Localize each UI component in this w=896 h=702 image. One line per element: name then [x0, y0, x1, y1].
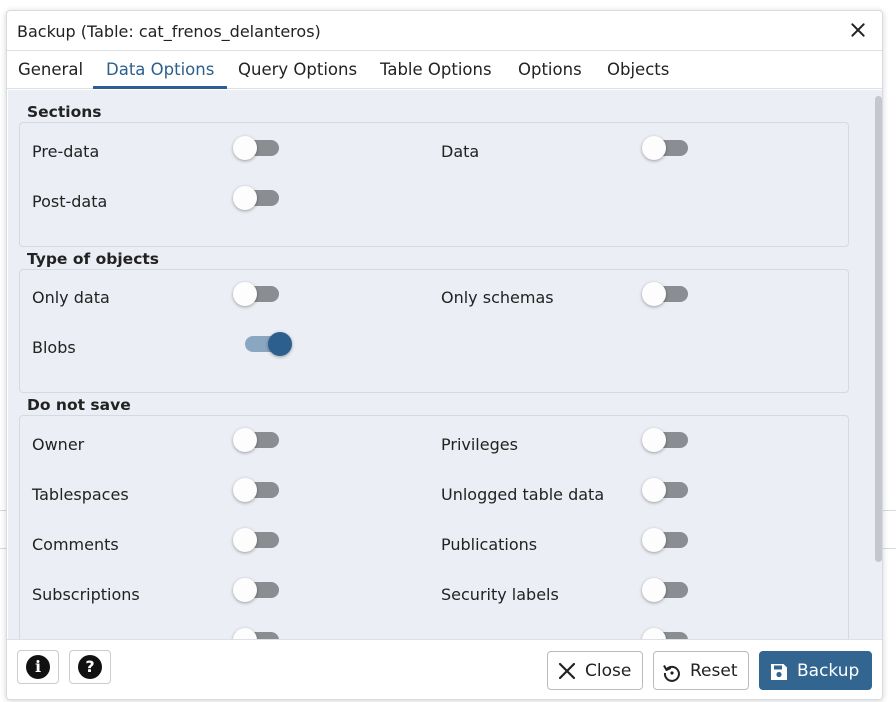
pre-data-label: Pre-data — [32, 142, 100, 161]
unlogged-table-data-label: Unlogged table data — [441, 485, 605, 504]
data-toggle[interactable] — [642, 134, 692, 162]
x-icon — [558, 662, 576, 680]
tab-objects[interactable]: Objects — [607, 60, 669, 79]
help-button[interactable]: ? — [69, 650, 111, 684]
tab-bar: General Data Options Query Options Table… — [7, 51, 882, 89]
reset-button-label: Reset — [690, 661, 738, 681]
publications-toggle[interactable] — [642, 526, 692, 554]
type-of-objects-legend: Type of objects — [25, 250, 162, 268]
blobs-label: Blobs — [32, 338, 76, 357]
backup-button[interactable]: Backup — [759, 651, 872, 690]
type-of-objects-fieldset — [19, 269, 849, 393]
privileges-label: Privileges — [441, 435, 518, 454]
next-row-toggle[interactable] — [233, 626, 283, 639]
security-labels-toggle[interactable] — [642, 576, 692, 604]
tablespaces-toggle[interactable] — [233, 476, 283, 504]
sections-legend: Sections — [25, 103, 104, 121]
post-data-toggle[interactable] — [233, 184, 283, 212]
tab-table-options[interactable]: Table Options — [380, 60, 492, 79]
publications-label: Publications — [441, 535, 538, 554]
data-label: Data — [441, 142, 480, 161]
tab-options[interactable]: Options — [518, 60, 582, 79]
help-icon: ? — [78, 655, 102, 679]
reset-icon — [663, 665, 680, 682]
close-icon[interactable] — [848, 20, 868, 40]
do-not-save-fieldset — [19, 415, 849, 639]
tab-query-options[interactable]: Query Options — [238, 60, 357, 79]
subscriptions-label: Subscriptions — [32, 585, 140, 604]
only-data-label: Only data — [32, 288, 110, 307]
scrollbar-thumb[interactable] — [875, 96, 882, 562]
post-data-label: Post-data — [32, 192, 108, 211]
close-button[interactable]: Close — [547, 651, 643, 690]
owner-toggle[interactable] — [233, 426, 283, 454]
pre-data-toggle[interactable] — [233, 134, 283, 162]
dialog-titlebar: Backup (Table: cat_frenos_delanteros) — [7, 11, 882, 51]
only-schemas-toggle[interactable] — [642, 280, 692, 308]
subscriptions-toggle[interactable] — [233, 576, 283, 604]
blobs-toggle[interactable] — [241, 330, 292, 358]
unlogged-table-data-toggle[interactable] — [642, 476, 692, 504]
backup-button-label: Backup — [797, 661, 860, 681]
owner-label: Owner — [32, 435, 85, 454]
only-data-toggle[interactable] — [233, 280, 283, 308]
sections-fieldset — [19, 122, 849, 247]
tablespaces-label: Tablespaces — [32, 485, 129, 504]
comments-toggle[interactable] — [233, 526, 283, 554]
do-not-save-legend: Do not save — [25, 396, 133, 414]
only-schemas-label: Only schemas — [441, 288, 554, 307]
next-row-toggle[interactable] — [642, 626, 692, 639]
reset-button[interactable]: Reset — [653, 651, 749, 690]
tab-general[interactable]: General — [18, 60, 83, 79]
info-icon: i — [26, 655, 50, 679]
close-button-label: Close — [585, 661, 632, 681]
security-labels-label: Security labels — [441, 585, 559, 604]
save-icon — [771, 664, 787, 680]
privileges-toggle[interactable] — [642, 426, 692, 454]
comments-label: Comments — [32, 535, 119, 554]
info-button[interactable]: i — [17, 650, 59, 684]
dialog-title: Backup (Table: cat_frenos_delanteros) — [17, 22, 321, 41]
data-options-panel[interactable]: Sections Pre-data Data Post-data Type of… — [8, 90, 873, 639]
tab-data-options[interactable]: Data Options — [106, 60, 214, 79]
backup-dialog: Backup (Table: cat_frenos_delanteros) Ge… — [6, 10, 883, 700]
active-tab-indicator — [93, 86, 227, 89]
dialog-footer: i ? Close Reset Backup — [7, 639, 882, 699]
vertical-scrollbar[interactable] — [873, 90, 882, 639]
